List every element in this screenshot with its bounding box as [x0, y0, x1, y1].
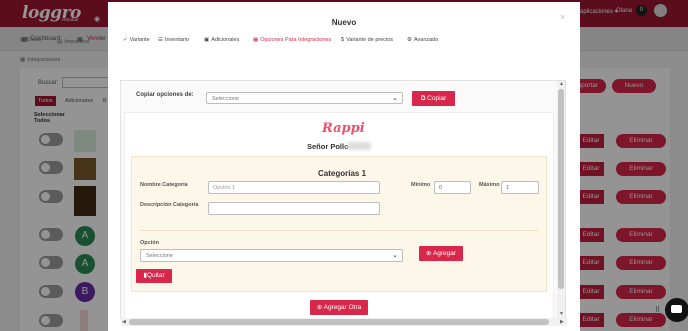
integraciones-icon: ▦	[253, 37, 259, 43]
category-name-label: Nombre Categoría	[140, 182, 188, 188]
tab-label: Variante de precios	[346, 37, 394, 43]
chevron-down-icon: ⌄	[392, 95, 398, 102]
tab-label: Variante	[129, 37, 150, 43]
category-name-input[interactable]: Opción 1	[208, 181, 380, 194]
modal-tabs: ▦ Datos ▤ ImpuestosNuevo ✓ Variante ☰ Invent…	[18, 36, 458, 72]
impuestos-icon: ▤	[57, 38, 63, 45]
adicionales-icon: ▣	[204, 37, 210, 43]
copy-icon: ⧉	[420, 95, 426, 102]
option-label: Opción	[140, 240, 159, 246]
tab-datos[interactable]: ▦ Datos	[20, 37, 42, 43]
scroll-right-icon[interactable]: ▶	[560, 319, 564, 325]
plus-circle-icon: ⊕	[425, 250, 432, 257]
select-value: Seleccione	[146, 253, 173, 259]
tab-label: Adicionales	[211, 37, 240, 43]
scroll-up-icon[interactable]: ▲	[559, 81, 564, 87]
maximum-input[interactable]: 1	[501, 181, 539, 194]
gear-icon: ⚙	[407, 37, 412, 43]
rappi-logo: Rappi	[322, 121, 365, 136]
store-name: Señor Pollo	[307, 142, 349, 151]
tab-impuestos[interactable]: ▤ ImpuestosNuevo	[57, 37, 100, 45]
minimum-input[interactable]: 0	[434, 181, 471, 194]
grip-icon: ⠿	[655, 307, 661, 314]
modal-title: Nuevo	[331, 18, 357, 27]
tab-adicionales[interactable]: ▣ Adicionales	[204, 37, 239, 43]
select-value: Seleccione	[212, 96, 239, 102]
tab-label: Impuestos	[64, 38, 90, 45]
chevron-down-icon: ⌄	[392, 252, 398, 259]
list-icon: ☰	[158, 37, 163, 43]
scroll-left-icon[interactable]: ◀	[122, 319, 126, 325]
copy-options-label: Copiar opciones de:	[136, 92, 194, 98]
tab-variante-precios[interactable]: $ Variante de precios	[341, 37, 393, 43]
chat-icon[interactable]	[665, 298, 688, 322]
tab-label: Avanzado	[413, 37, 439, 43]
integraciones-icon: ▦	[20, 57, 26, 63]
divider	[140, 230, 538, 231]
add-option-button[interactable]: ⊕ Agregar	[419, 246, 463, 261]
add-option-label: Agregar	[432, 250, 457, 257]
datos-icon: ▦	[20, 37, 26, 43]
redacted-text	[347, 142, 371, 150]
copy-options-select[interactable]: Seleccione ⌄	[206, 92, 403, 104]
vertical-scrollbar[interactable]	[557, 81, 565, 318]
tab-label: Datos	[27, 37, 42, 43]
minimum-label: Mínimo	[411, 182, 431, 188]
check-icon: ✓	[123, 37, 128, 43]
remove-category-button[interactable]: ▮Quitar	[136, 269, 172, 283]
dollar-icon: $	[341, 37, 345, 43]
add-other-label: Agregar Otra	[323, 304, 362, 311]
tab-label: Inventario	[164, 37, 190, 43]
tab-inventario[interactable]: ☰ Inventario	[158, 37, 189, 43]
category-description-label: Descripción Categoría	[140, 202, 199, 208]
tab-opciones-integraciones[interactable]: ▦ Opciones Para Integraciones	[253, 37, 331, 43]
plus-circle-icon: ⊕	[316, 304, 323, 311]
copy-button-label: Copiar	[427, 95, 447, 102]
add-other-button[interactable]: ⊕ Agregar Otra	[310, 300, 368, 315]
remove-category-label: Quitar	[146, 272, 165, 279]
scrollbar-thumb[interactable]	[129, 319, 549, 325]
close-icon[interactable]: ×	[560, 12, 565, 22]
tab-avanzado[interactable]: ⚙ Avanzado	[407, 37, 438, 43]
category-title: Categorías 1	[318, 169, 367, 178]
copy-button[interactable]: ⧉ Copiar	[412, 91, 455, 106]
scroll-down-icon[interactable]: ▼	[559, 311, 564, 317]
horizontal-scrollbar[interactable]	[121, 318, 567, 326]
maximum-label: Máximo	[479, 182, 500, 188]
tab-label: Opciones Para Integraciones	[260, 37, 332, 43]
option-select[interactable]: Seleccione ⌄	[140, 249, 403, 262]
tab-integraciones[interactable]: ▦ Integraciones	[20, 57, 60, 63]
scrollbar-thumb[interactable]	[558, 89, 564, 289]
new-badge: Nuevo	[89, 37, 100, 41]
tab-label: Integraciones	[27, 57, 61, 63]
category-description-input[interactable]	[208, 202, 380, 215]
tab-variante[interactable]: ✓ Variante	[123, 37, 150, 43]
